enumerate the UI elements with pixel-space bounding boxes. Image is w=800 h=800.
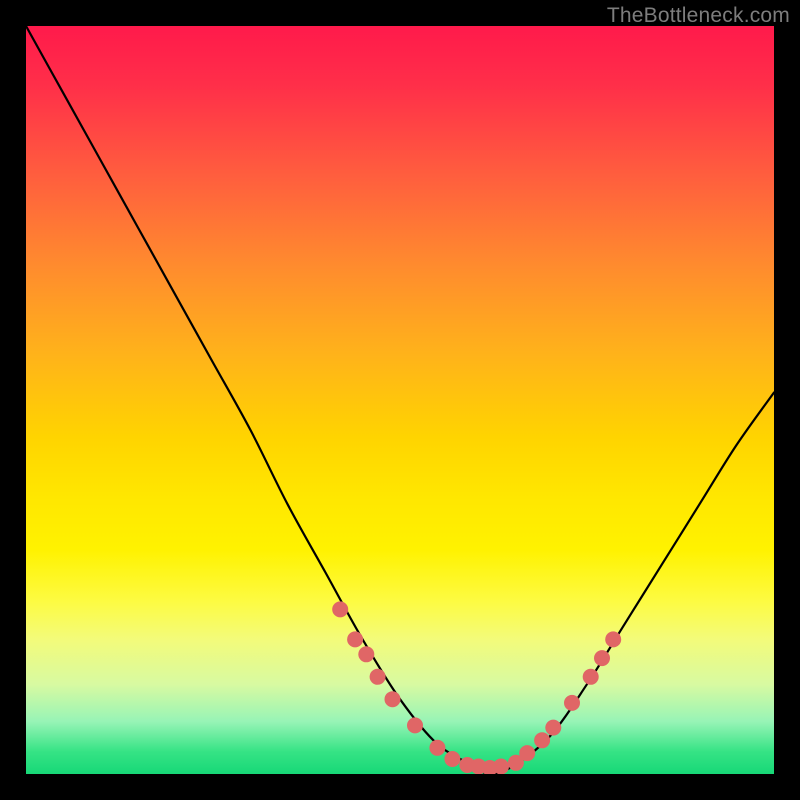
watermark-text: TheBottleneck.com [607,4,790,28]
plot-area [26,26,774,774]
chart-frame: TheBottleneck.com [0,0,800,800]
gradient-background [26,26,774,774]
